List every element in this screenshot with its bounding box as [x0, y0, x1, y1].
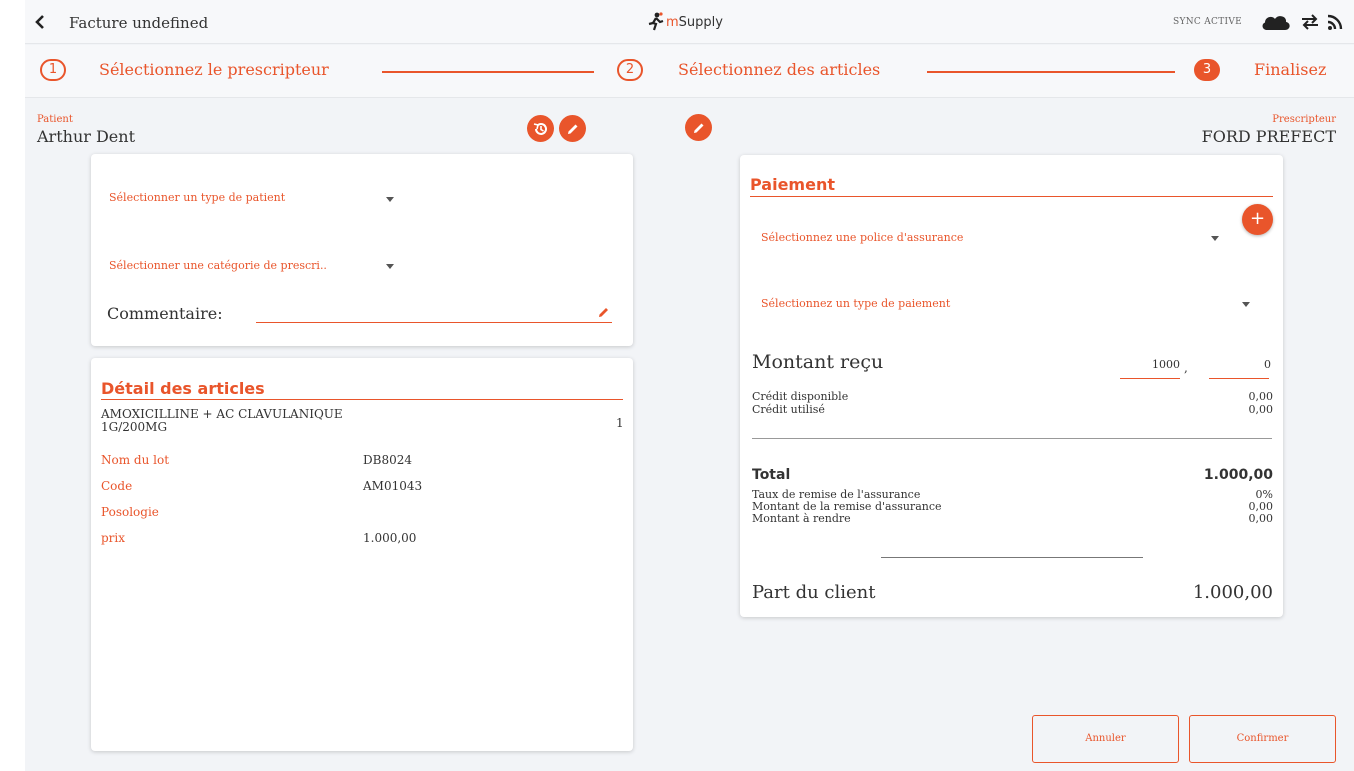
insurance-dropdown-icon[interactable] [1211, 236, 1219, 241]
patient-history-button[interactable] [527, 115, 554, 142]
payment-divider [752, 438, 1272, 439]
pencil-icon [567, 124, 577, 134]
confirm-button[interactable]: Confirmer [1189, 715, 1336, 763]
items-section-title: Détail des articles [101, 379, 265, 398]
insurance-policy-select[interactable]: Sélectionnez une police d'assurance [761, 231, 963, 244]
price-label: prix [101, 531, 126, 545]
payment-title-underline [750, 196, 1273, 197]
code-value: AM01043 [363, 479, 423, 493]
history-icon [533, 122, 547, 135]
step-3-label[interactable]: Finalisez [1254, 60, 1326, 79]
payment-card: Paiement + Sélectionnez une police d'ass… [740, 155, 1283, 617]
items-title-underline [101, 399, 623, 400]
code-label: Code [101, 479, 133, 493]
payment-section-title: Paiement [750, 175, 835, 194]
amount-decimal-underline [1209, 378, 1269, 379]
cloud-icon[interactable] [1260, 13, 1292, 35]
amount-decimal-input[interactable] [1209, 353, 1271, 375]
credit-available-label: Crédit disponible [752, 390, 849, 403]
comment-underline [256, 322, 612, 323]
edit-patient-button[interactable] [559, 115, 586, 142]
item-name: AMOXICILLINE + AC CLAVULANIQUE 1G/200MG [101, 407, 343, 434]
batch-label: Nom du lot [101, 453, 170, 467]
amount-received-label: Montant reçu [752, 351, 884, 373]
client-share-divider [881, 557, 1143, 558]
prescriber-name: FORD PREFECT [1201, 127, 1336, 146]
amount-whole-input[interactable] [1120, 353, 1180, 375]
patient-label: Patient [37, 114, 73, 125]
pencil-icon [693, 123, 703, 133]
prescription-category-select[interactable]: Sélectionner une catégorie de prescri.. [109, 259, 327, 272]
runner-icon [648, 12, 664, 31]
dosage-label: Posologie [101, 505, 159, 519]
comment-edit-icon[interactable] [598, 303, 610, 322]
batch-value: DB8024 [363, 453, 412, 467]
step-1-number[interactable]: 1 [40, 59, 66, 81]
client-share-label: Part du client [752, 582, 876, 603]
client-share-value: 1.000,00 [1192, 582, 1273, 603]
add-insurance-button[interactable]: + [1242, 204, 1273, 235]
page-title: Facture undefined [69, 14, 209, 32]
total-value: 1.000,00 [1203, 467, 1273, 483]
prescriber-label: Prescripteur [1272, 114, 1336, 125]
comment-label: Commentaire: [107, 304, 223, 323]
change-label: Montant à rendre [752, 512, 851, 525]
step-1-label[interactable]: Sélectionnez le prescripteur [99, 60, 329, 79]
cancel-button[interactable]: Annuler [1032, 715, 1179, 763]
payment-type-dropdown-icon[interactable] [1242, 302, 1250, 307]
credit-used-value: 0,00 [1248, 403, 1274, 416]
step-connector-1 [382, 71, 594, 73]
step-2-label[interactable]: Sélectionnez des articles [678, 60, 880, 79]
step-3-number[interactable]: 3 [1194, 59, 1220, 81]
edit-prescriber-button[interactable] [685, 114, 712, 141]
total-label: Total [752, 467, 791, 483]
patient-type-select[interactable]: Sélectionner un type de patient [109, 191, 285, 204]
amount-separator: , [1184, 361, 1188, 375]
credit-used-label: Crédit utilisé [752, 403, 825, 416]
amount-whole-underline [1120, 378, 1180, 379]
logo-m: m [666, 14, 679, 30]
comment-input[interactable] [256, 300, 596, 322]
step-connector-2 [927, 71, 1175, 73]
rss-icon[interactable] [1327, 13, 1343, 35]
item-quantity: 1 [616, 416, 624, 430]
transfer-arrows-icon[interactable] [1300, 14, 1320, 34]
price-value: 1.000,00 [363, 531, 417, 545]
items-detail-card: Détail des articles AMOXICILLINE + AC CL… [91, 358, 633, 751]
patient-form-card: Sélectionner un type de patient Sélectio… [91, 154, 633, 346]
back-arrow-icon[interactable] [33, 13, 47, 31]
step-2-number[interactable]: 2 [617, 59, 643, 81]
prescription-category-dropdown-icon[interactable] [386, 264, 394, 269]
logo-supply: Supply [678, 14, 723, 30]
patient-type-dropdown-icon[interactable] [386, 197, 394, 202]
patient-name: Arthur Dent [37, 127, 136, 146]
change-value: 0,00 [1248, 512, 1274, 525]
payment-type-select[interactable]: Sélectionnez un type de paiement [761, 297, 950, 310]
credit-available-value: 0,00 [1248, 390, 1274, 403]
sync-status: SYNC ACTIVE [1173, 17, 1243, 27]
msupply-logo: mSupply [648, 12, 723, 32]
